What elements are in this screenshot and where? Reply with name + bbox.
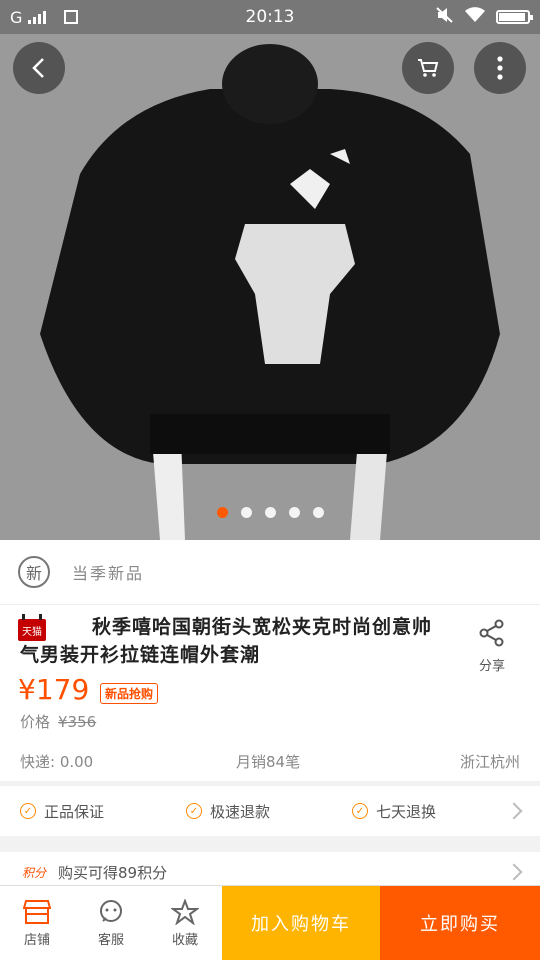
original-price: 价格 ¥356	[20, 711, 96, 732]
tab-service[interactable]: 客服	[74, 886, 148, 960]
product-image-carousel[interactable]	[0, 34, 540, 540]
guarantee-label: 七天退换	[376, 802, 437, 821]
guarantee-label: 正品保证	[44, 802, 105, 821]
guarantee-label: 极速退款	[210, 802, 271, 821]
shipping-fee: 快递: 0.00	[20, 753, 94, 771]
more-button[interactable]	[474, 42, 526, 94]
store-icon	[23, 899, 51, 924]
original-price-value: ¥356	[58, 713, 97, 731]
tab-label: 客服	[97, 932, 124, 948]
carousel-dot[interactable]	[240, 507, 252, 518]
chat-face-icon	[100, 899, 122, 922]
original-price-label: 价格	[20, 713, 51, 731]
new-season-label: 当季新品	[72, 564, 145, 583]
guarantee-item: ✓ 正品保证	[20, 801, 104, 822]
cart-icon	[418, 59, 439, 77]
carrier-label: G	[10, 7, 23, 27]
price-badge: 新品抢购	[100, 683, 159, 704]
check-circle-icon: ✓	[20, 803, 36, 819]
tab-store[interactable]: 店铺	[0, 886, 74, 960]
tab-label: 店铺	[23, 932, 50, 948]
star-icon	[171, 898, 199, 925]
mute-icon	[436, 7, 454, 27]
wifi-icon	[464, 7, 486, 27]
chevron-right-icon	[505, 802, 523, 820]
cart-button[interactable]	[402, 42, 454, 94]
carousel-dot[interactable]	[216, 507, 228, 518]
status-bar: G 20:13	[0, 0, 540, 34]
product-photo	[0, 34, 540, 540]
price: ¥179	[18, 673, 90, 706]
points-text: 购买可得89积分	[58, 863, 168, 882]
product-title: 秋季嘻哈国朝街头宽松夹克时尚创意帅气男装开衫拉链连帽外套潮	[20, 616, 433, 666]
carousel-dot[interactable]	[264, 507, 276, 518]
clock: 20:13	[245, 7, 295, 27]
carousel-dot[interactable]	[312, 507, 324, 518]
new-season-row: 新 当季新品	[0, 540, 540, 604]
battery-icon	[496, 10, 533, 24]
signal-icon	[28, 10, 47, 24]
monthly-sales: 月销84笔	[236, 753, 301, 771]
guarantee-item: ✓ 极速退款	[186, 801, 270, 822]
ship-location: 浙江杭州	[459, 753, 520, 771]
check-circle-icon: ✓	[352, 803, 368, 819]
carousel-dot[interactable]	[288, 507, 300, 518]
add-to-cart-button[interactable]: 加入购物车	[222, 886, 380, 960]
guarantee-item: ✓ 七天退换	[352, 801, 436, 822]
tab-favorite[interactable]: 收藏	[148, 886, 222, 960]
product-info: 天猫 秋季嘻哈国朝街头宽松夹克时尚创意帅气男装开衫拉链连帽外套潮 分享 ¥179…	[0, 604, 540, 781]
share-button[interactable]: 分享	[462, 619, 522, 674]
guarantee-row[interactable]: ✓ 正品保证 ✓ 极速退款 ✓ 七天退换	[0, 786, 540, 836]
points-tag: 积分	[22, 865, 47, 880]
carousel-dots	[0, 507, 540, 518]
back-button[interactable]	[13, 42, 65, 94]
bottom-action-bar: 店铺 客服 收藏 加入购物车 立即购买	[0, 885, 540, 960]
check-circle-icon: ✓	[186, 803, 202, 819]
tab-label: 收藏	[171, 932, 198, 948]
chevron-right-icon	[505, 863, 523, 881]
share-label: 分享	[478, 659, 505, 674]
buy-now-button[interactable]: 立即购买	[380, 886, 540, 960]
screenshot-icon	[64, 10, 79, 24]
chevron-left-icon	[32, 58, 44, 78]
share-icon	[479, 619, 504, 647]
new-badge-icon: 新	[18, 556, 50, 588]
more-vertical-icon	[497, 56, 503, 80]
